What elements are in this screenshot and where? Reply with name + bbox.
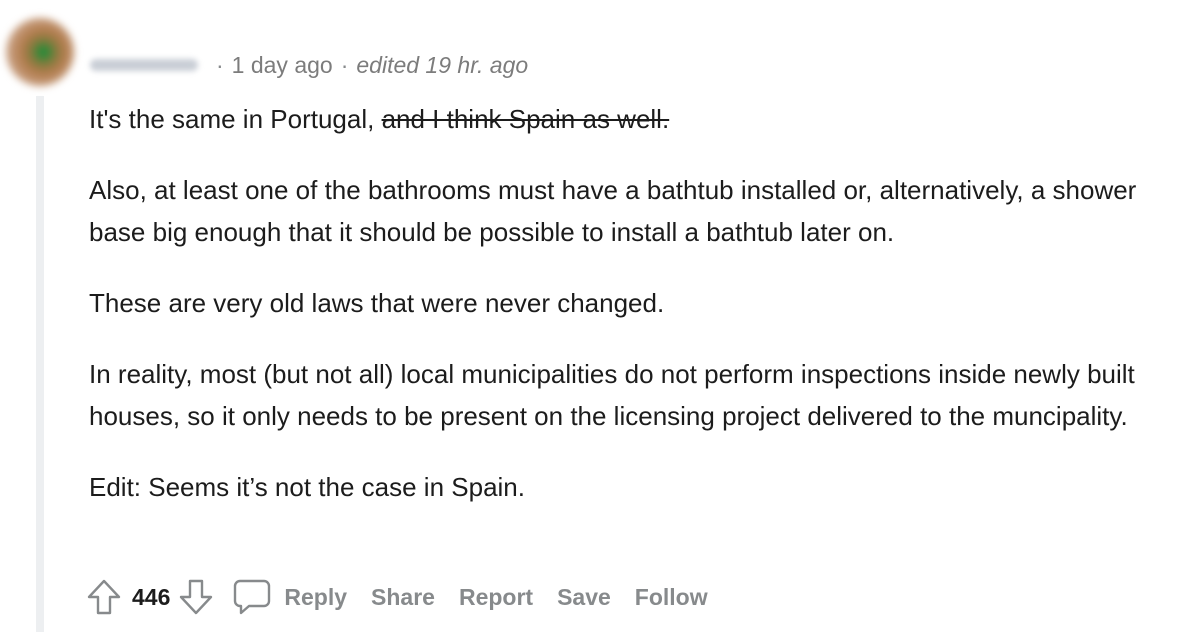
meta-separator: · bbox=[340, 51, 349, 78]
comment-paragraph: It's the same in Portugal, and I think S… bbox=[89, 98, 1179, 140]
reply-button[interactable]: Reply bbox=[232, 577, 347, 617]
comment-paragraph: These are very old laws that were never … bbox=[89, 288, 665, 318]
username-link[interactable]: username bbox=[90, 59, 198, 71]
downvote-arrow-icon[interactable] bbox=[178, 578, 214, 616]
thread-line[interactable] bbox=[36, 96, 44, 632]
report-button[interactable]: Report bbox=[459, 584, 533, 611]
struck-text: and I think Spain as well. bbox=[381, 104, 670, 134]
save-button[interactable]: Save bbox=[557, 584, 611, 611]
upvote-arrow-icon[interactable] bbox=[86, 578, 122, 616]
speech-bubble-icon bbox=[232, 577, 272, 617]
edited-time: edited 19 hr. ago bbox=[356, 51, 529, 78]
vote-score: 446 bbox=[132, 583, 171, 610]
share-button[interactable]: Share bbox=[371, 584, 435, 611]
post-time[interactable]: 1 day ago bbox=[232, 52, 333, 79]
comment-actions: 446 Reply Share Report Save Follow bbox=[86, 576, 708, 618]
paragraph-text: It's the same in Portugal, bbox=[89, 104, 382, 134]
comment-meta: username · 1 day ago · edited 19 hr. ago bbox=[90, 48, 528, 82]
comment-paragraph: Also, at least one of the bathrooms must… bbox=[89, 175, 1137, 247]
reply-label[interactable]: Reply bbox=[284, 584, 347, 611]
avatar[interactable] bbox=[6, 18, 74, 86]
follow-button[interactable]: Follow bbox=[635, 584, 708, 611]
comment-paragraph: Edit: Seems it’s not the case in Spain. bbox=[89, 472, 525, 502]
meta-separator: · bbox=[216, 51, 224, 78]
comment-paragraph: In reality, most (but not all) local mun… bbox=[89, 359, 1135, 431]
comment-body: It's the same in Portugal, and I think S… bbox=[89, 98, 1179, 537]
